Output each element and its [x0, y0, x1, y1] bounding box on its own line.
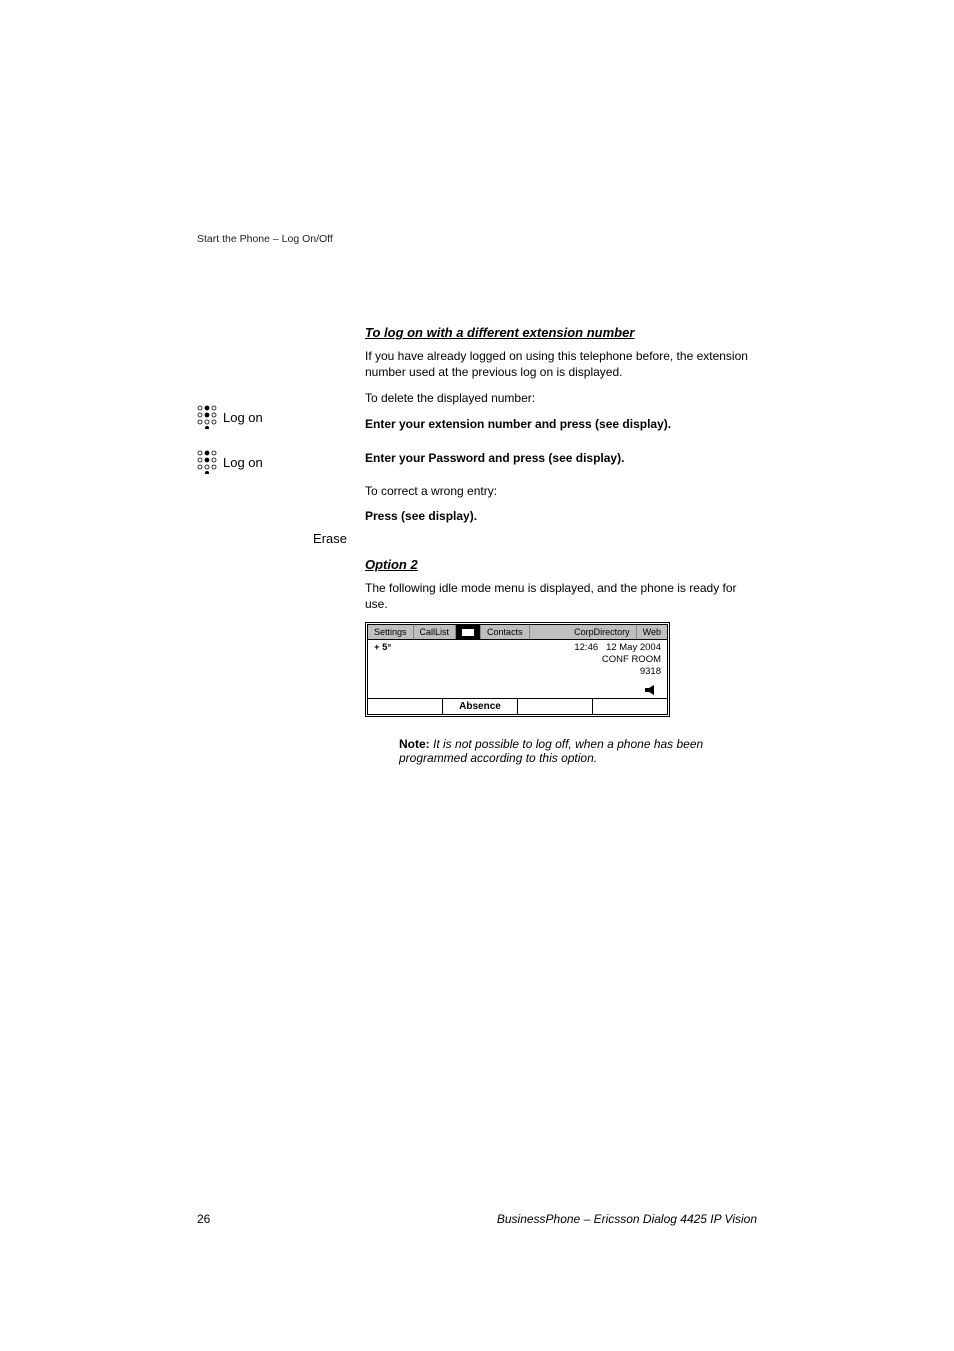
softkey-2-absence: Absence: [443, 699, 518, 714]
to-delete-line: To delete the displayed number:: [365, 390, 755, 406]
page-number: 26: [197, 1212, 210, 1226]
tab-settings: Settings: [368, 625, 414, 639]
display-body: + 5° 12:46 12 May 2004 CONF ROOM 9318: [368, 640, 667, 698]
keypad-icon: [197, 450, 217, 474]
enter-password-instruction: Enter your Password and press (see displ…: [365, 451, 755, 465]
footer-document-title: BusinessPhone – Ericsson Dialog 4425 IP …: [497, 1212, 757, 1226]
display-time-date: 12:46 12 May 2004: [574, 642, 661, 653]
intro-paragraph: If you have already logged on using this…: [365, 348, 755, 380]
tab-web: Web: [637, 625, 667, 639]
speaker-icon: [645, 685, 661, 695]
option2-note: Note: It is not possible to log off, whe…: [399, 737, 755, 765]
section-title-different-ext: To log on with a different extension num…: [365, 325, 755, 340]
note-label: Note:: [399, 737, 430, 751]
enter-extension-instruction: Enter your extension number and press (s…: [365, 417, 755, 431]
note-body: It is not possible to log off, when a ph…: [399, 737, 703, 765]
tab-corpdirectory: CorpDirectory: [568, 625, 637, 639]
display-ext: 9318: [574, 666, 661, 677]
tab-contacts: Contacts: [481, 625, 530, 639]
keypad-icon: [197, 405, 217, 429]
display-room: CONF ROOM: [574, 654, 661, 665]
softkey-4: [593, 699, 667, 714]
running-header: Start the Phone – Log On/Off: [197, 233, 333, 245]
display-tab-bar: Settings CallList Contacts CorpDirectory…: [368, 625, 667, 640]
logon-label-1: Log on: [223, 410, 263, 425]
press-erase-instruction: Press (see display).: [365, 509, 755, 523]
display-temp: + 5°: [374, 642, 391, 698]
envelope-icon: [462, 629, 474, 636]
phone-display-mockup: Settings CallList Contacts CorpDirectory…: [365, 622, 670, 717]
section-title-option2: Option 2: [365, 557, 755, 572]
tab-calllist: CallList: [414, 625, 457, 639]
erase-label: Erase: [197, 531, 357, 546]
softkey-3: [518, 699, 593, 714]
keypad-icon-logon-1: Log on: [197, 405, 357, 429]
keypad-icon-logon-2: Log on: [197, 450, 357, 474]
softkey-1: [368, 699, 443, 714]
logon-label-2: Log on: [223, 455, 263, 470]
tab-messages-active: [456, 625, 481, 639]
display-softkeys: Absence: [368, 698, 667, 714]
to-correct-line: To correct a wrong entry:: [365, 483, 755, 499]
option2-intro: The following idle mode menu is displaye…: [365, 580, 755, 612]
